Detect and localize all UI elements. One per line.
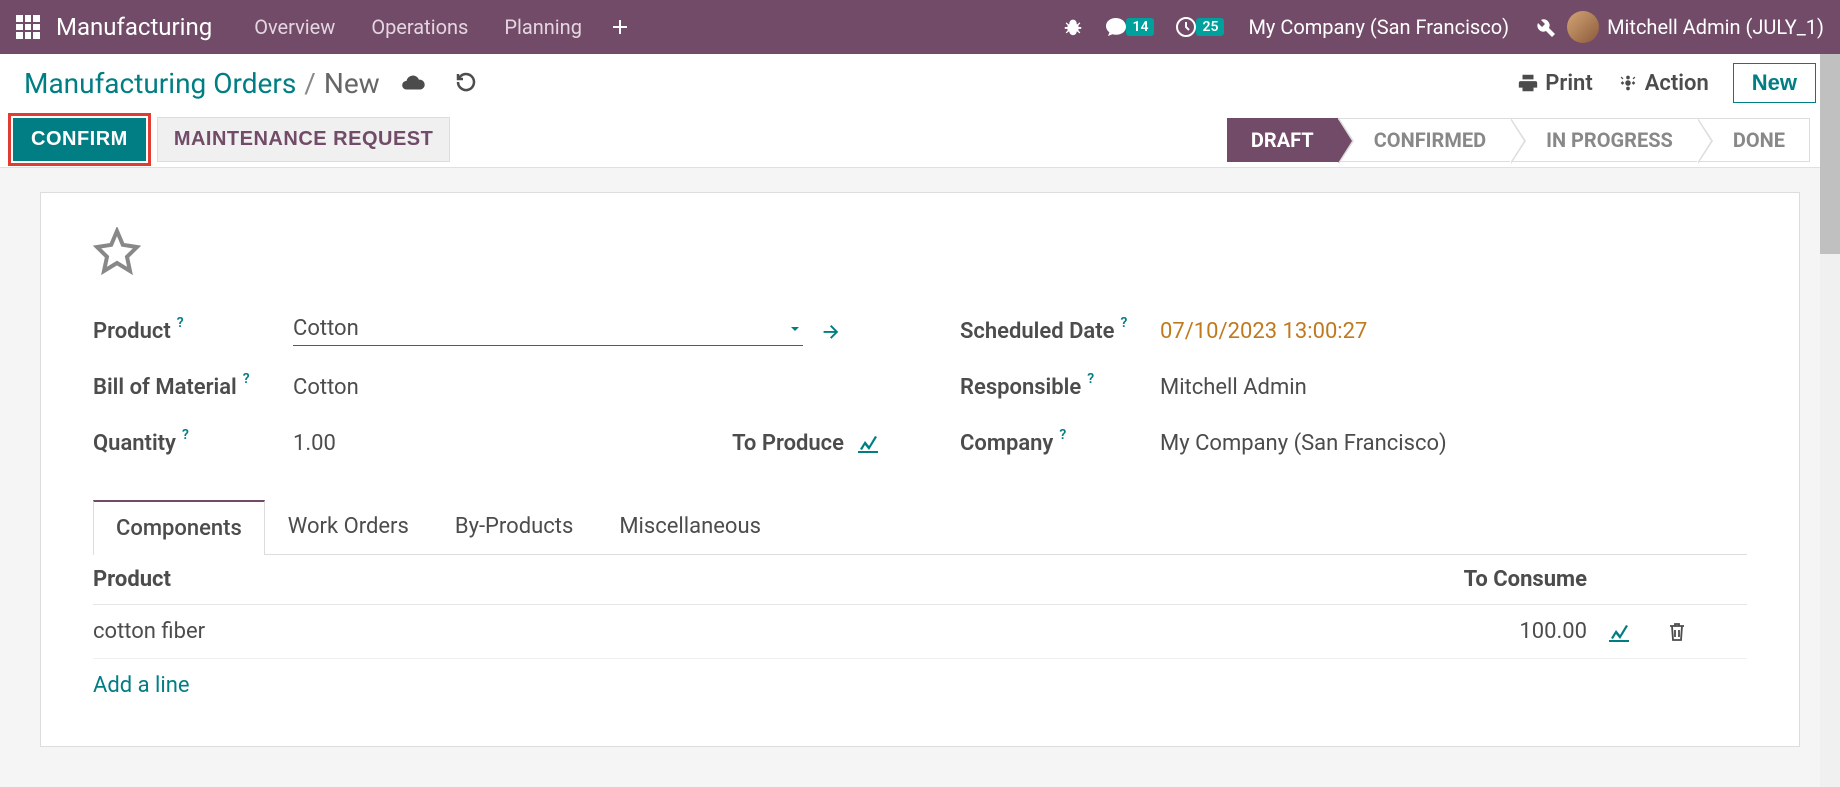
company-switcher[interactable]: My Company (San Francisco) [1248, 15, 1509, 39]
row-to-consume[interactable]: 100.00 [1387, 619, 1587, 644]
top-navbar: Manufacturing Overview Operations Planni… [0, 0, 1840, 54]
label-responsible: Responsible? [960, 375, 1160, 400]
bug-icon[interactable] [1062, 16, 1084, 38]
breadcrumb-current: New [324, 67, 380, 100]
to-produce-label: To Produce [732, 431, 844, 456]
add-line-link[interactable]: Add a line [93, 659, 1747, 712]
scheduled-date-field[interactable]: 07/10/2023 13:00:27 [1160, 319, 1747, 344]
help-icon[interactable]: ? [1087, 371, 1094, 387]
label-scheduled: Scheduled Date? [960, 319, 1160, 344]
user-avatar[interactable] [1567, 11, 1599, 43]
tools-icon[interactable] [1533, 15, 1557, 39]
form-card: Product? Cotton Bill of Material? [40, 192, 1800, 747]
discard-icon[interactable] [454, 70, 478, 96]
breadcrumb-separator: / [304, 67, 316, 100]
trash-icon[interactable] [1667, 621, 1747, 643]
tab-work-orders[interactable]: Work Orders [265, 499, 432, 554]
label-company: Company? [960, 431, 1160, 456]
col-header-to-consume: To Consume [1387, 567, 1587, 592]
confirm-button[interactable]: CONFIRM [13, 118, 146, 161]
tab-by-products[interactable]: By-Products [432, 499, 596, 554]
row-product[interactable]: cotton fiber [93, 619, 1387, 644]
messages-badge: 14 [1126, 18, 1154, 36]
nav-overview[interactable]: Overview [236, 15, 353, 39]
forecast-chart-icon[interactable] [1607, 622, 1667, 642]
label-quantity: Quantity? [93, 431, 293, 456]
status-step-done[interactable]: DONE [1697, 118, 1810, 162]
col-header-product: Product [93, 567, 1387, 592]
forecast-chart-icon[interactable] [856, 433, 880, 453]
tab-components[interactable]: Components [93, 500, 265, 555]
action-button[interactable]: Action [1617, 71, 1709, 96]
tabs: Components Work Orders By-Products Misce… [93, 499, 1747, 555]
user-menu[interactable]: Mitchell Admin (JULY_1) [1607, 15, 1824, 39]
status-step-draft[interactable]: DRAFT [1227, 118, 1338, 162]
breadcrumb-bar: Manufacturing Orders / New Print Action … [0, 54, 1840, 112]
nav-operations[interactable]: Operations [353, 15, 486, 39]
confirm-highlight: CONFIRM [8, 113, 151, 166]
status-step-in-progress[interactable]: IN PROGRESS [1510, 118, 1697, 162]
activities-badge: 25 [1196, 18, 1224, 36]
plus-icon[interactable] [610, 17, 630, 37]
maintenance-request-button[interactable]: MAINTENANCE REQUEST [157, 117, 451, 162]
status-bar: CONFIRM MAINTENANCE REQUEST DRAFT CONFIR… [0, 112, 1840, 168]
label-product: Product? [93, 319, 293, 344]
external-link-icon[interactable] [819, 320, 841, 342]
components-table: Product To Consume cotton fiber 100.00 [93, 555, 1747, 712]
responsible-field[interactable]: Mitchell Admin [1160, 375, 1747, 400]
status-steps: DRAFT CONFIRMED IN PROGRESS DONE [1227, 112, 1810, 167]
app-title[interactable]: Manufacturing [56, 13, 212, 41]
nav-planning[interactable]: Planning [486, 15, 600, 39]
status-step-confirmed[interactable]: CONFIRMED [1338, 118, 1510, 162]
priority-star-icon[interactable] [93, 227, 1747, 275]
help-icon[interactable]: ? [1059, 427, 1066, 443]
bom-field[interactable]: Cotton [293, 375, 880, 400]
breadcrumb-root[interactable]: Manufacturing Orders [24, 67, 296, 100]
messages-icon[interactable]: 14 [1104, 15, 1154, 39]
help-icon[interactable]: ? [243, 371, 250, 387]
new-button[interactable]: New [1733, 63, 1816, 103]
table-row[interactable]: cotton fiber 100.00 [93, 605, 1747, 659]
chevron-down-icon[interactable] [787, 321, 803, 337]
help-icon[interactable]: ? [182, 427, 189, 443]
tab-miscellaneous[interactable]: Miscellaneous [596, 499, 784, 554]
label-bom: Bill of Material? [93, 375, 293, 400]
apps-menu-icon[interactable] [16, 15, 40, 39]
company-field[interactable]: My Company (San Francisco) [1160, 431, 1747, 456]
scrollbar[interactable] [1820, 54, 1840, 787]
help-icon[interactable]: ? [1120, 315, 1127, 331]
activities-icon[interactable]: 25 [1174, 15, 1224, 39]
print-button[interactable]: Print [1517, 71, 1592, 96]
product-field[interactable]: Cotton [293, 316, 803, 346]
quantity-field[interactable]: 1.00 [293, 431, 336, 456]
help-icon[interactable]: ? [177, 315, 184, 331]
cloud-save-icon[interactable] [400, 70, 426, 96]
